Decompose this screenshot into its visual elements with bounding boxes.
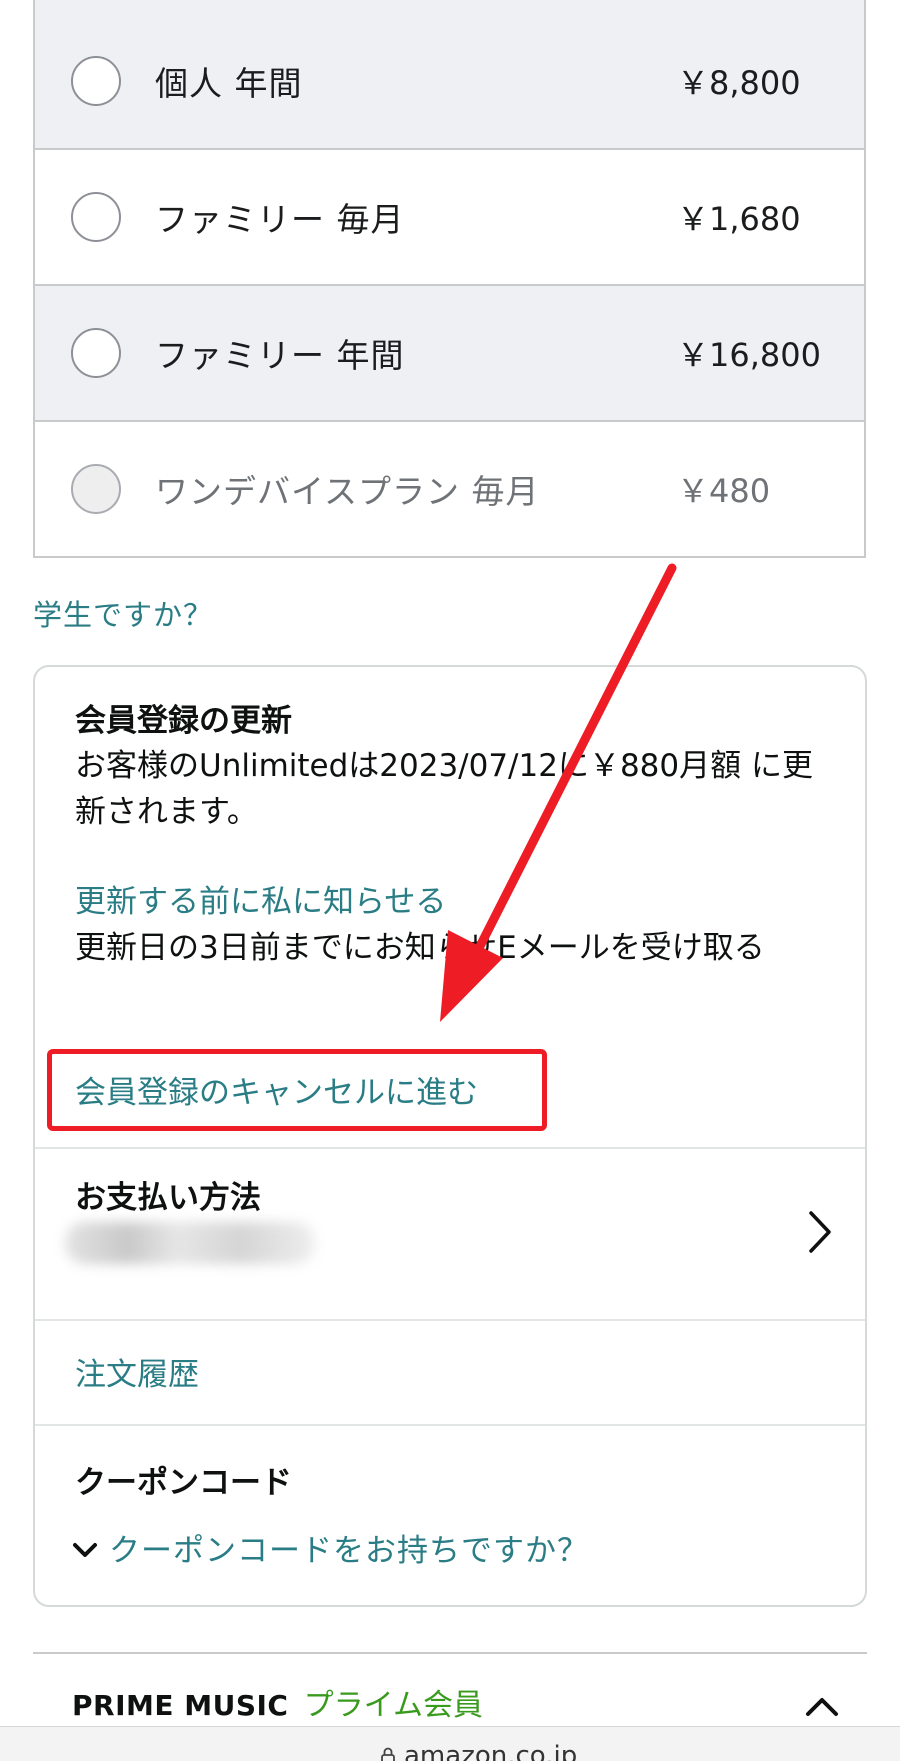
coupon-title: クーポンコード	[75, 1465, 292, 1501]
browser-address-bar[interactable]: amazon.co.jp	[0, 1726, 900, 1761]
url-display: amazon.co.jp	[380, 1741, 577, 1761]
membership-card: 会員登録の更新 お客様のUnlimitedは2023/07/12に￥880月額 …	[33, 665, 867, 1607]
plan-price: ￥480	[677, 472, 771, 510]
plan-option-family-annual[interactable]: ファミリー 年間 ￥16,800	[35, 284, 864, 420]
order-history-link[interactable]: 注文履歴	[75, 1352, 199, 1398]
plan-price: ￥8,800	[677, 64, 801, 102]
plan-option-family-monthly[interactable]: ファミリー 毎月 ￥1,680	[35, 148, 864, 284]
radio-button-icon[interactable]	[71, 192, 121, 242]
coupon-toggle[interactable]: クーポンコードをお持ちですか？	[71, 1525, 589, 1570]
prime-music-label: PRIME MUSIC	[72, 1689, 289, 1722]
chevron-up-icon[interactable]	[804, 1694, 840, 1718]
plan-options-list: 個人 年間 ￥8,800 ファミリー 毎月 ￥1,680 ファミリー 年間 ￥1…	[33, 0, 866, 558]
page: 個人 年間 ￥8,800 ファミリー 毎月 ￥1,680 ファミリー 年間 ￥1…	[0, 0, 900, 1761]
plan-price: ￥1,680	[677, 200, 801, 238]
notify-before-renewal-link[interactable]: 更新する前に私に知らせる	[75, 879, 446, 925]
coupon-toggle-label: クーポンコードをお持ちですか？	[109, 1533, 589, 1569]
radio-button-icon[interactable]	[71, 328, 121, 378]
payment-method-redacted	[65, 1222, 315, 1264]
payment-method-title: お支払い方法	[75, 1180, 261, 1216]
plan-option-one-device-monthly: ワンデバイスプラン 毎月 ￥480	[35, 420, 864, 556]
radio-button-icon[interactable]	[71, 56, 121, 106]
url-text: amazon.co.jp	[404, 1741, 578, 1761]
chevron-down-icon	[73, 1542, 97, 1557]
plan-name: ワンデバイスプラン 毎月	[155, 472, 540, 511]
plan-price: ￥16,800	[677, 336, 821, 374]
prime-member-label: プライム会員	[303, 1688, 483, 1723]
renewal-section: 会員登録の更新 お客様のUnlimitedは2023/07/12に￥880月額 …	[75, 699, 835, 835]
divider	[35, 1319, 865, 1321]
plan-name: ファミリー 年間	[155, 336, 405, 375]
notify-description: 更新日の3日前までにお知らせEメールを受け取る	[75, 930, 765, 966]
prime-music-row[interactable]: PRIME MUSIC プライム会員	[72, 1680, 483, 1724]
student-link[interactable]: 学生ですか？	[33, 592, 213, 634]
divider	[33, 1652, 867, 1654]
renewal-text: お客様のUnlimitedは2023/07/12に￥880月額 に更新されます。	[75, 748, 813, 830]
divider	[35, 1424, 865, 1426]
lock-icon	[381, 1747, 395, 1761]
radio-button-icon	[71, 464, 121, 514]
chevron-right-icon[interactable]	[805, 1207, 835, 1257]
plan-option-individual-annual[interactable]: 個人 年間 ￥8,800	[35, 0, 864, 148]
cancel-membership-link[interactable]: 会員登録のキャンセルに進む	[75, 1070, 478, 1116]
renewal-title: 会員登録の更新	[75, 703, 292, 739]
plan-name: 個人 年間	[155, 64, 303, 103]
plan-name: ファミリー 毎月	[155, 200, 405, 239]
divider	[35, 1147, 865, 1149]
